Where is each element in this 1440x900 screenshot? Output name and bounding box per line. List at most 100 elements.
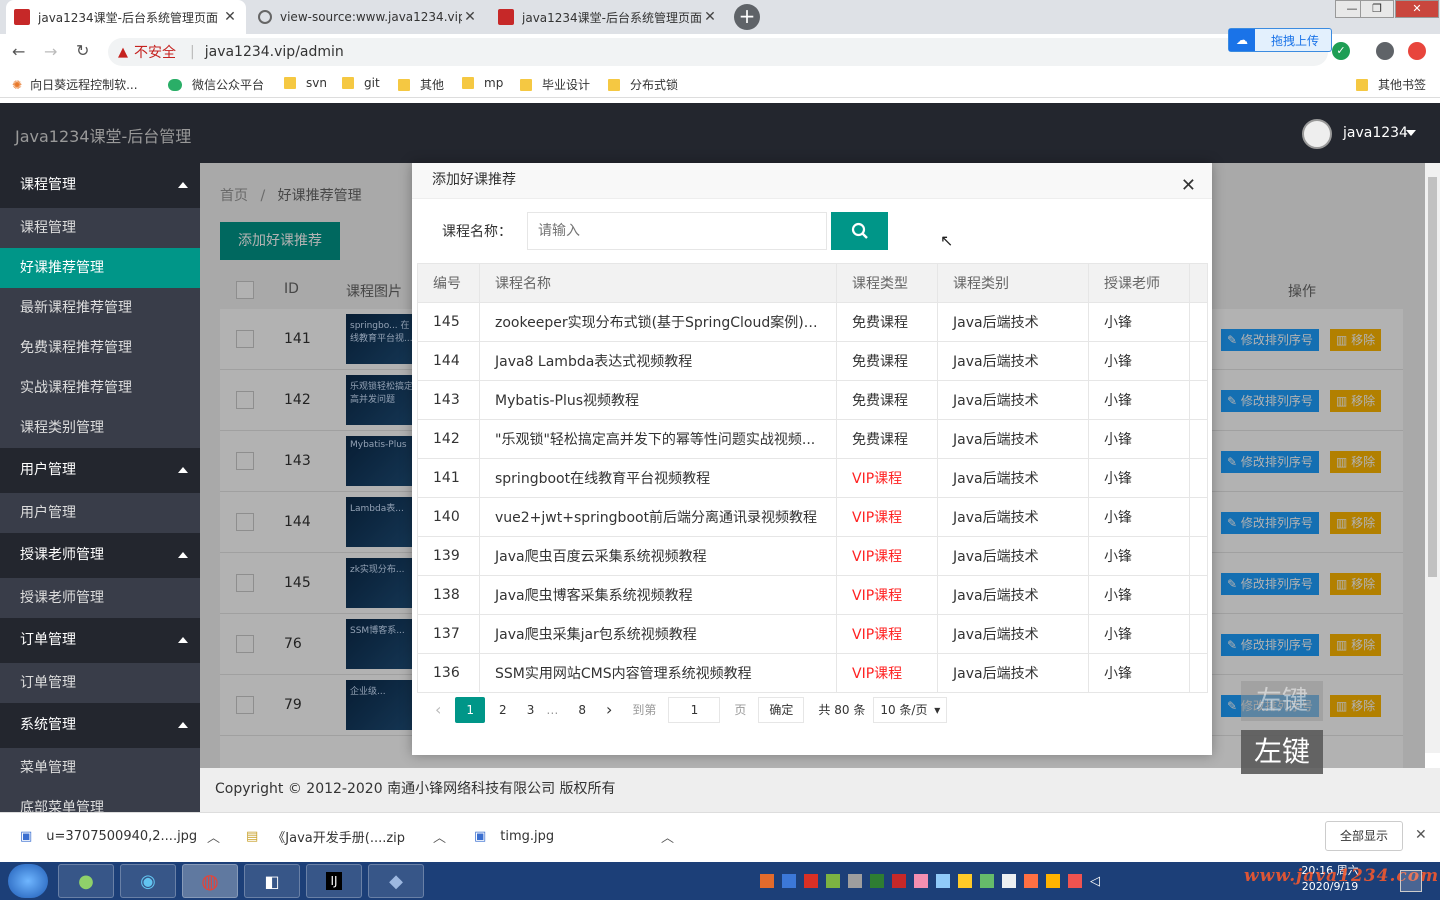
bookmark-distributed-lock[interactable]: 分布式锁: [608, 76, 678, 93]
bookmark-git[interactable]: git: [342, 76, 380, 90]
chevron-up-icon[interactable]: ︿: [207, 827, 220, 846]
profile-icon[interactable]: [1376, 42, 1394, 60]
tray-icon[interactable]: [1068, 874, 1082, 888]
user-name[interactable]: java1234: [1343, 125, 1408, 141]
sidebar-item-user-manage[interactable]: 用户管理: [0, 493, 200, 533]
browser-tab-1[interactable]: java1234课堂-后台系统管理页面 ✕: [6, 0, 246, 34]
tray-icon[interactable]: [936, 874, 950, 888]
maximize-button[interactable]: ❐: [1360, 0, 1394, 18]
sidebar-item-order-manage[interactable]: 订单管理: [0, 663, 200, 703]
download-item-2[interactable]: ▤ 《Java开发手册(....zip ︿: [246, 827, 446, 846]
tray-icon[interactable]: [980, 874, 994, 888]
upload-pill[interactable]: ☁ 拖拽上传: [1228, 28, 1332, 52]
page-1[interactable]: 1: [455, 697, 486, 723]
bookmark-sunflower[interactable]: ✺ 向日葵远程控制软...: [12, 76, 138, 93]
url-text[interactable]: java1234.vip/admin: [205, 44, 344, 60]
sidebar-item-good-course[interactable]: 好课推荐管理: [0, 248, 200, 288]
page-scrollbar[interactable]: [1425, 163, 1440, 753]
close-icon[interactable]: ✕: [222, 9, 238, 25]
back-arrow-icon[interactable]: ←: [12, 42, 25, 61]
tray-icon[interactable]: [870, 874, 884, 888]
download-item-1[interactable]: ▣ u=3707500940,2....jpg ︿: [20, 827, 220, 846]
sidebar-item-free-course[interactable]: 免费课程推荐管理: [0, 328, 200, 368]
extension-check-icon[interactable]: ✓: [1332, 42, 1350, 60]
chevron-up-icon[interactable]: ︿: [433, 827, 446, 846]
table-row[interactable]: 142 "乐观锁"轻松搞定高并发下的幂等性问题实战视频... 免费课程 Java后端技…: [417, 419, 1208, 459]
table-row[interactable]: 137 Java爬虫采集jar包系统视频教程 VIP课程 Java后端技术 小锋: [417, 614, 1208, 654]
page-2[interactable]: 2: [493, 697, 513, 723]
goto-confirm-button[interactable]: 确定: [758, 697, 805, 723]
app-logo[interactable]: Java1234课堂-后台管理: [15, 123, 191, 147]
show-all-downloads-button[interactable]: 全部显示: [1325, 821, 1403, 851]
omnibox[interactable]: ▲ 不安全 | java1234.vip/admin: [108, 38, 1328, 66]
tray-icon[interactable]: [826, 874, 840, 888]
browser-tab-3[interactable]: java1234课堂-后台系统管理页面 ✕: [490, 0, 726, 34]
volume-icon[interactable]: ◁: [1090, 874, 1100, 889]
page-8[interactable]: 8: [572, 697, 592, 723]
tray-icon[interactable]: [782, 874, 796, 888]
taskbar-app-6[interactable]: ◆: [368, 864, 424, 898]
sidebar-group-course[interactable]: 课程管理: [0, 163, 200, 208]
prev-page-icon[interactable]: ‹: [429, 697, 447, 723]
browser-tab-2[interactable]: view-source:www.java1234.vip ✕: [250, 0, 486, 34]
tray-icon[interactable]: [760, 874, 774, 888]
per-page-select[interactable]: 10 条/页 ▾: [873, 697, 948, 723]
forward-arrow-icon[interactable]: →: [44, 42, 57, 61]
table-row[interactable]: 143 Mybatis-Plus视频教程 免费课程 Java后端技术 小锋: [417, 380, 1208, 420]
bookmark-mp[interactable]: mp: [462, 76, 503, 90]
sidebar-item-latest-course[interactable]: 最新课程推荐管理: [0, 288, 200, 328]
bookmark-other-bookmarks[interactable]: 其他书签: [1356, 76, 1426, 93]
sidebar-item-menu-manage[interactable]: 菜单管理: [0, 748, 200, 788]
sidebar-group-order[interactable]: 订单管理: [0, 618, 200, 663]
close-icon[interactable]: ✕: [702, 9, 718, 25]
sidebar-item-course-category[interactable]: 课程类别管理: [0, 408, 200, 448]
bookmark-graduation[interactable]: 毕业设计: [520, 76, 590, 93]
tray-icon[interactable]: [804, 874, 818, 888]
sidebar-group-system[interactable]: 系统管理: [0, 703, 200, 748]
tray-icon[interactable]: [1024, 874, 1038, 888]
taskbar-chrome[interactable]: ◍: [182, 864, 238, 898]
bookmark-other[interactable]: 其他: [398, 76, 444, 93]
next-page-icon[interactable]: ›: [600, 697, 618, 723]
reload-icon[interactable]: ↻: [76, 41, 89, 60]
table-row[interactable]: 140 vue2+jwt+springboot前后端分离通讯录视频教程 VIP课程 J…: [417, 497, 1208, 537]
action-center-icon[interactable]: [1400, 870, 1422, 892]
bookmark-svn[interactable]: svn: [284, 76, 327, 90]
new-tab-button[interactable]: +: [734, 4, 760, 30]
tray-icon[interactable]: [958, 874, 972, 888]
table-row[interactable]: 141 springboot在线教育平台视频教程 VIP课程 Java后端技术 小锋: [417, 458, 1208, 498]
close-icon[interactable]: ✕: [462, 9, 478, 25]
table-row[interactable]: 138 Java爬虫博客采集系统视频教程 VIP课程 Java后端技术 小锋: [417, 575, 1208, 615]
table-row[interactable]: 136 SSM实用网站CMS内容管理系统视频教程 VIP课程 Java后端技术 小锋: [417, 653, 1208, 693]
tray-icon[interactable]: [1002, 874, 1016, 888]
tray-icon[interactable]: [848, 874, 862, 888]
table-row[interactable]: 139 Java爬虫百度云采集系统视频教程 VIP课程 Java后端技术 小锋: [417, 536, 1208, 576]
sidebar-group-user[interactable]: 用户管理: [0, 448, 200, 493]
bookmark-wechat[interactable]: 微信公众平台: [168, 76, 264, 93]
taskbar-app-4[interactable]: ◧: [244, 864, 300, 898]
scrollbar-thumb[interactable]: [1428, 177, 1437, 577]
sidebar-item-footer-menu[interactable]: 底部菜单管理: [0, 788, 200, 813]
taskbar-app-1[interactable]: ●: [58, 864, 114, 898]
table-row[interactable]: 144 Java8 Lambda表达式视频教程 免费课程 Java后端技术 小锋: [417, 341, 1208, 381]
caret-down-icon[interactable]: [1406, 130, 1416, 136]
tray-icon[interactable]: [1046, 874, 1060, 888]
taskbar-intellij[interactable]: IJ: [306, 864, 362, 898]
sidebar-group-teacher[interactable]: 授课老师管理: [0, 533, 200, 578]
close-icon[interactable]: ✕: [1181, 169, 1196, 203]
window-close-button[interactable]: ✕: [1395, 0, 1439, 18]
start-button[interactable]: [8, 864, 48, 898]
goto-page-input[interactable]: 1: [668, 697, 721, 723]
update-icon[interactable]: [1408, 42, 1426, 60]
sidebar-item-teacher-manage[interactable]: 授课老师管理: [0, 578, 200, 618]
tray-icon[interactable]: [892, 874, 906, 888]
close-icon[interactable]: ✕: [1415, 827, 1427, 843]
search-button[interactable]: [831, 212, 888, 250]
taskbar-app-2[interactable]: ◉: [120, 864, 176, 898]
tray-icon[interactable]: [914, 874, 928, 888]
avatar[interactable]: [1302, 119, 1332, 149]
sidebar-item-course-manage[interactable]: 课程管理: [0, 208, 200, 248]
course-name-search-input[interactable]: [527, 212, 827, 250]
page-3[interactable]: 3: [521, 697, 541, 723]
download-item-3[interactable]: ▣ timg.jpg ︿: [474, 827, 674, 846]
